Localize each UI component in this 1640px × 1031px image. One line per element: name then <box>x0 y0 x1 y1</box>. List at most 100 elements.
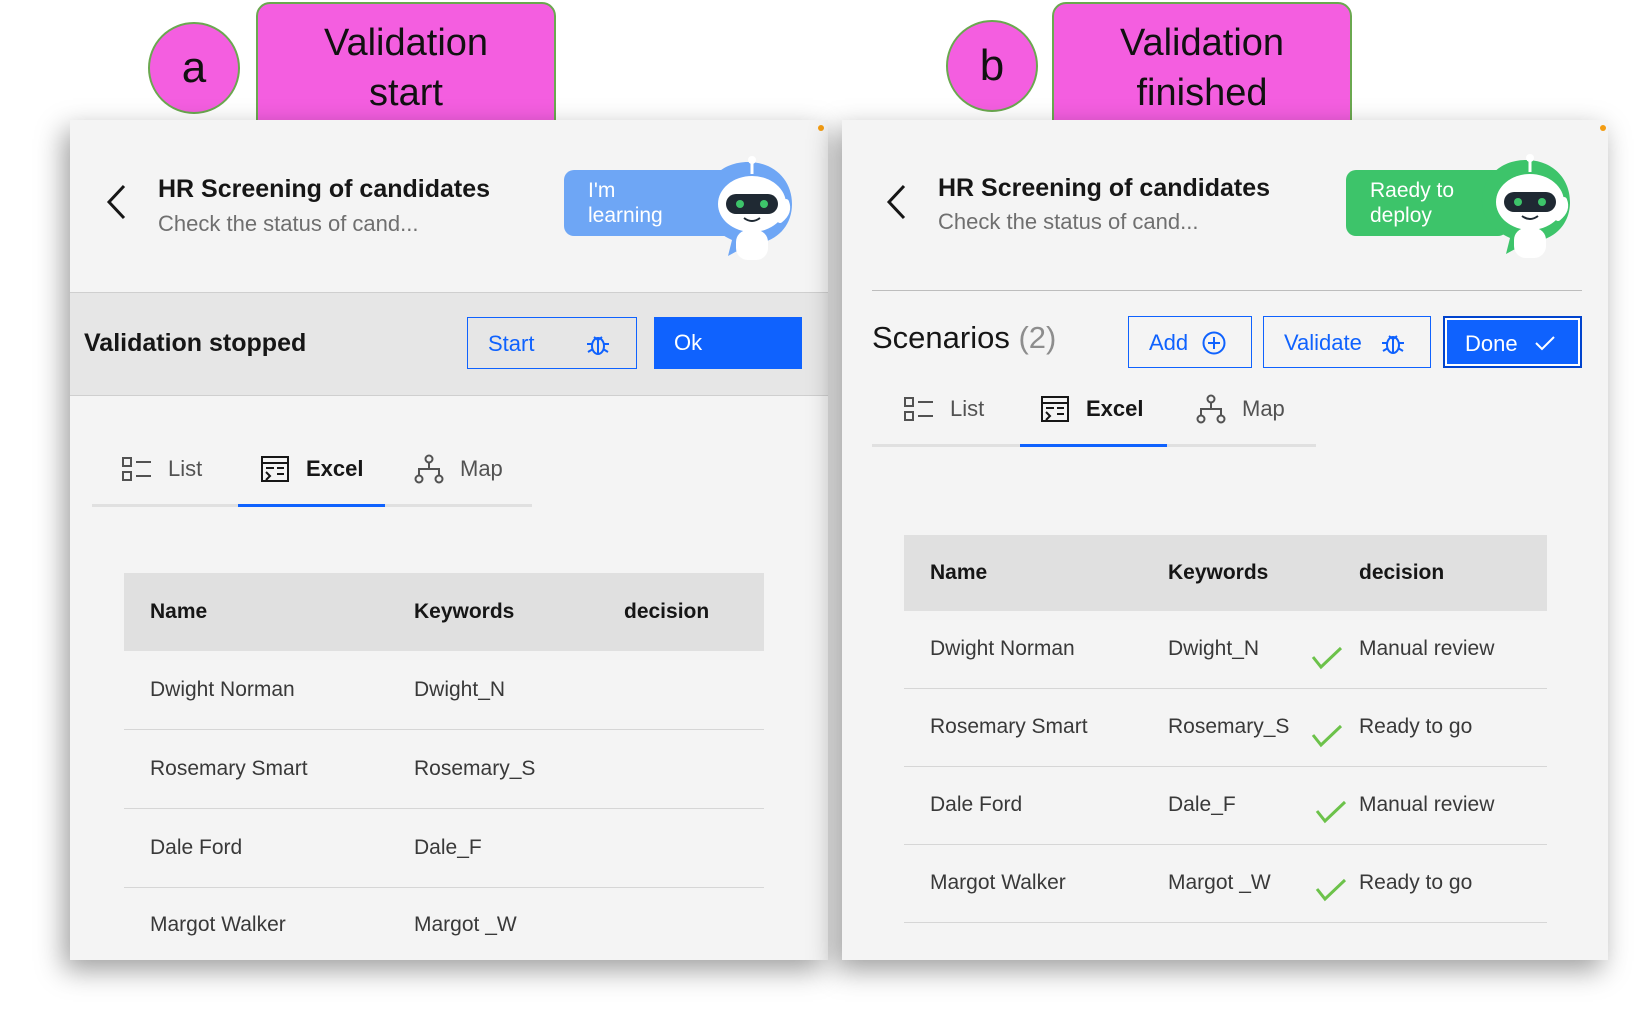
cell-name: Margot Walker <box>930 871 1066 894</box>
cell-keywords: Dwight_N <box>1168 637 1260 660</box>
cell-name: Dwight Norman <box>930 637 1075 660</box>
excel-icon <box>261 456 289 482</box>
corner-dot <box>818 125 824 131</box>
bug-icon <box>1382 335 1404 354</box>
column-header-keywords: Keywords <box>1168 561 1269 584</box>
checkmark-icon <box>1311 724 1343 748</box>
tab-active-indicator <box>238 504 385 507</box>
table-row[interactable]: Margot Walker Margot _W Ready to go <box>904 845 1547 923</box>
table-row[interactable]: Dwight Norman Dwight_N Manual review <box>904 611 1547 689</box>
table-header: Name Keywords decision <box>904 535 1547 611</box>
label-b-letter: b <box>979 41 1005 90</box>
tab-list-label: List <box>168 456 203 481</box>
cell-decision: Ready to go <box>1359 871 1473 894</box>
column-header-decision: decision <box>624 600 710 623</box>
ok-button-label: Ok <box>674 330 703 355</box>
cell-name: Dwight Norman <box>150 678 295 701</box>
cell-name: Dale Ford <box>930 793 1023 816</box>
tab-excel[interactable]: Excel <box>260 452 364 486</box>
panel-validation-start: HR Screening of candidates Check the sta… <box>70 120 828 960</box>
add-button-label: Add <box>1149 330 1189 355</box>
scenarios-count: (2) <box>1018 320 1057 355</box>
panel-validation-finished: HR Screening of candidates Check the sta… <box>842 120 1608 960</box>
tab-excel-label: Excel <box>306 456 364 481</box>
cell-keywords: Dale_F <box>414 836 482 859</box>
map-icon <box>414 454 444 484</box>
checkmark-icon <box>1315 878 1347 902</box>
page-subtitle: Check the status of cand... <box>158 211 419 236</box>
table-row[interactable]: Margot Walker Margot _W <box>124 888 764 960</box>
tab-list-label: List <box>950 396 985 421</box>
map-icon <box>1196 394 1226 424</box>
checkmark-icon <box>1315 800 1347 824</box>
checkmark-icon <box>1311 646 1343 670</box>
header-divider <box>872 290 1582 291</box>
tab-map-label: Map <box>1242 396 1285 421</box>
table-header: Name Keywords decision <box>124 573 764 651</box>
checkmark-icon <box>1535 336 1555 351</box>
page-subtitle: Check the status of cand... <box>938 209 1199 234</box>
table-row[interactable]: Dale Ford Dale_F <box>124 809 764 888</box>
chevron-left-icon[interactable] <box>104 182 130 222</box>
list-icon <box>122 457 151 481</box>
scenarios-title: Scenarios (2) <box>872 320 1056 356</box>
robot-icon <box>704 156 792 260</box>
done-button[interactable]: Done <box>1443 316 1582 368</box>
cell-name: Rosemary Smart <box>930 715 1088 738</box>
column-header-decision: decision <box>1359 561 1445 584</box>
scenarios-label: Scenarios <box>872 320 1010 355</box>
chevron-left-icon[interactable] <box>884 182 910 222</box>
table-row[interactable]: Dale Ford Dale_F Manual review <box>904 767 1547 845</box>
cell-keywords: Dwight_N <box>414 678 506 701</box>
tab-excel-label: Excel <box>1086 396 1144 421</box>
done-button-label: Done <box>1465 331 1518 356</box>
validate-button[interactable]: Validate <box>1263 316 1431 368</box>
column-header-name: Name <box>930 561 988 584</box>
tab-map[interactable]: Map <box>414 452 503 486</box>
cell-decision: Ready to go <box>1359 715 1473 738</box>
scenario-table: Name Keywords decision Dwight Norman Dwi… <box>904 535 1547 927</box>
label-a-circle: a <box>148 22 240 114</box>
label-a-letter: a <box>181 43 207 92</box>
table-row[interactable]: Rosemary Smart Rosemary_S <box>124 730 764 809</box>
scenario-table: Name Keywords decision Dwight Norman Dwi… <box>124 573 764 961</box>
label-b-text: Validation finished <box>1119 22 1285 114</box>
robot-icon <box>1482 154 1570 258</box>
add-scenario-button[interactable]: Add <box>1128 316 1252 368</box>
cell-name: Rosemary Smart <box>150 757 308 780</box>
label-b-circle: b <box>946 20 1038 112</box>
page-title: HR Screening of candidates <box>158 175 491 203</box>
label-b-box: Validation finished <box>1052 2 1352 134</box>
validation-status-bar: Validation stopped Start Ok <box>70 292 828 396</box>
validation-status-text: Validation stopped <box>84 329 307 357</box>
page-title: HR Screening of candidates <box>938 174 1271 202</box>
cell-decision: Manual review <box>1359 637 1495 660</box>
label-a-text: Validation start <box>323 22 489 114</box>
tab-excel[interactable]: Excel <box>1040 392 1144 426</box>
column-header-name: Name <box>150 600 208 623</box>
bug-icon <box>587 336 609 355</box>
tab-map[interactable]: Map <box>1196 392 1285 426</box>
table-row[interactable]: Rosemary Smart Rosemary_S Ready to go <box>904 689 1547 767</box>
cell-keywords: Margot _W <box>414 913 517 936</box>
tab-active-indicator <box>1020 444 1167 447</box>
start-validation-button[interactable]: Start <box>467 317 637 369</box>
table-row[interactable]: Dwight Norman Dwight_N <box>124 651 764 730</box>
add-circle-icon <box>1202 331 1226 355</box>
ok-button[interactable]: Ok <box>654 317 802 369</box>
tab-map-label: Map <box>460 456 503 481</box>
validate-button-label: Validate <box>1284 330 1362 355</box>
excel-icon <box>1041 396 1069 422</box>
corner-dot <box>1600 125 1606 131</box>
cell-keywords: Rosemary_S <box>414 757 536 780</box>
cell-keywords: Margot _W <box>1168 871 1271 894</box>
tab-list[interactable]: List <box>122 452 202 486</box>
tab-list[interactable]: List <box>904 392 984 426</box>
label-a-box: Validation start <box>256 2 556 134</box>
cell-decision: Manual review <box>1359 793 1495 816</box>
list-icon <box>904 397 933 421</box>
cell-name: Margot Walker <box>150 913 286 936</box>
cell-keywords: Dale_F <box>1168 793 1236 816</box>
column-header-keywords: Keywords <box>414 600 515 623</box>
start-button-label: Start <box>488 331 535 356</box>
